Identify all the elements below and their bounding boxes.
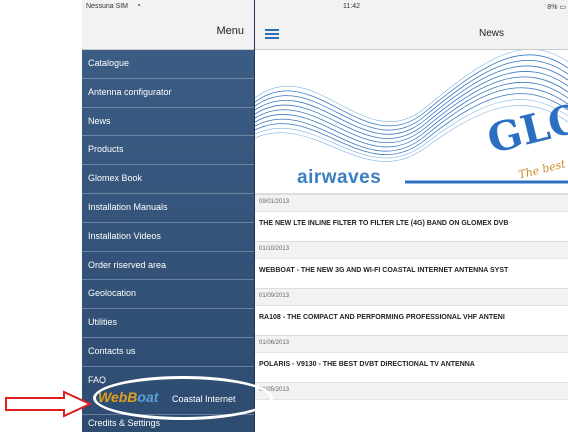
sidebar-title: Menu <box>216 25 244 37</box>
sidebar-item-label: Installation Videos <box>88 230 161 241</box>
sidebar-item-order-reserved-area[interactable]: Order riserved area <box>82 252 254 281</box>
status-bar-right: 11:42 8% ▭ <box>255 0 568 16</box>
sidebar-item-utilities[interactable]: Utilities <box>82 309 254 338</box>
news-headline: POLARIS - V9130 - THE BEST DVBT DIRECTIO… <box>259 361 475 368</box>
sidebar-item-label: Geolocation <box>88 288 137 299</box>
sidebar-item-label: Credits & Settings <box>88 418 161 428</box>
sidebar-item-geolocation[interactable]: Geolocation <box>82 280 254 310</box>
sidebar-item-label: Installation Manuals <box>88 201 168 212</box>
sidebar-item-label: Antenna configurator <box>88 86 172 97</box>
battery-icon: ▭ <box>559 4 566 11</box>
status-bar-left: Nessuna SIM ◔ <box>82 0 254 16</box>
sidebar-item-products[interactable]: Products <box>82 136 254 166</box>
annotation-arrow-icon <box>5 390 93 418</box>
sidebar-item-label: News <box>88 115 111 126</box>
news-item[interactable]: 01/05/2013 <box>255 382 568 429</box>
airwaves-text: airwaves <box>297 167 382 188</box>
news-date: 09/01/2013 <box>259 199 290 205</box>
news-headline: THE NEW LTE INLINE FILTER TO FILTER LTE … <box>259 220 509 227</box>
sidebar-item-news[interactable]: News <box>82 108 254 137</box>
sidebar-item-label: Products <box>88 144 124 155</box>
carrier-label: Nessuna SIM <box>86 3 129 10</box>
news-item[interactable]: 01/09/2013 RA108 - THE COMPACT AND PERFO… <box>255 288 568 335</box>
wifi-icon: ◔ <box>136 1 141 10</box>
sidebar-item-label: Glomex Book <box>88 173 143 184</box>
news-date: 01/10/2013 <box>259 246 290 252</box>
news-headline: WEBBOAT - THE NEW 3G AND WI-FI COASTAL I… <box>259 267 509 274</box>
news-date-bar: 01/10/2013 <box>255 241 568 259</box>
news-date: 01/06/2013 <box>259 340 290 346</box>
news-headline: RA108 - THE COMPACT AND PERFORMING PROFE… <box>259 314 505 321</box>
clock: 11:42 <box>343 3 360 10</box>
sidebar-header: Menu <box>82 16 254 50</box>
page-title: News <box>479 28 505 39</box>
hamburger-menu-icon[interactable] <box>265 29 279 39</box>
battery-indicator: 8% ▭ <box>547 3 566 11</box>
sidebar-item-installation-videos[interactable]: Installation Videos <box>82 223 254 252</box>
news-list: 09/01/2013 THE NEW LTE INLINE FILTER TO … <box>255 194 568 429</box>
news-date-bar: 01/09/2013 <box>255 288 568 306</box>
sidebar-menu: Catalogue Antenna configurator News Prod… <box>82 50 254 396</box>
news-panel: 11:42 8% ▭ News GLO The best airwaves 09… <box>255 0 568 432</box>
sidebar-item-installation-manuals[interactable]: Installation Manuals <box>82 194 254 223</box>
sidebar-item-contacts[interactable]: Contacts us <box>82 338 254 367</box>
news-item[interactable]: 01/06/2013 POLARIS - V9130 - THE BEST DV… <box>255 335 568 382</box>
ipad-screen: Nessuna SIM ◔ Menu Catalogue Antenna con… <box>82 0 568 432</box>
sidebar-item-label: Contacts us <box>88 345 136 356</box>
highlight-circle <box>93 376 273 420</box>
sidebar-item-label: Utilities <box>88 317 118 328</box>
sidebar-item-label: Catalogue <box>88 58 130 68</box>
battery-level: 8% <box>547 4 558 11</box>
promo-banner[interactable]: GLO The best airwaves <box>255 50 568 194</box>
sidebar: Nessuna SIM ◔ Menu Catalogue Antenna con… <box>82 0 255 432</box>
news-item[interactable]: 01/10/2013 WEBBOAT - THE NEW 3G AND WI-F… <box>255 241 568 288</box>
nav-bar: News <box>255 16 568 50</box>
sidebar-item-catalogue[interactable]: Catalogue <box>82 50 254 79</box>
news-date: 01/09/2013 <box>259 293 290 299</box>
sidebar-item-label: Order riserved area <box>88 259 167 270</box>
news-date-bar: 01/06/2013 <box>255 335 568 353</box>
sidebar-item-antenna-configurator[interactable]: Antenna configurator <box>82 79 254 108</box>
news-date-bar: 09/01/2013 <box>255 194 568 212</box>
news-date-bar: 01/05/2013 <box>255 382 568 400</box>
news-item[interactable]: 09/01/2013 THE NEW LTE INLINE FILTER TO … <box>255 194 568 241</box>
sidebar-item-glomex-book[interactable]: Glomex Book <box>82 165 254 194</box>
airwaves-logo: airwaves <box>297 167 381 189</box>
